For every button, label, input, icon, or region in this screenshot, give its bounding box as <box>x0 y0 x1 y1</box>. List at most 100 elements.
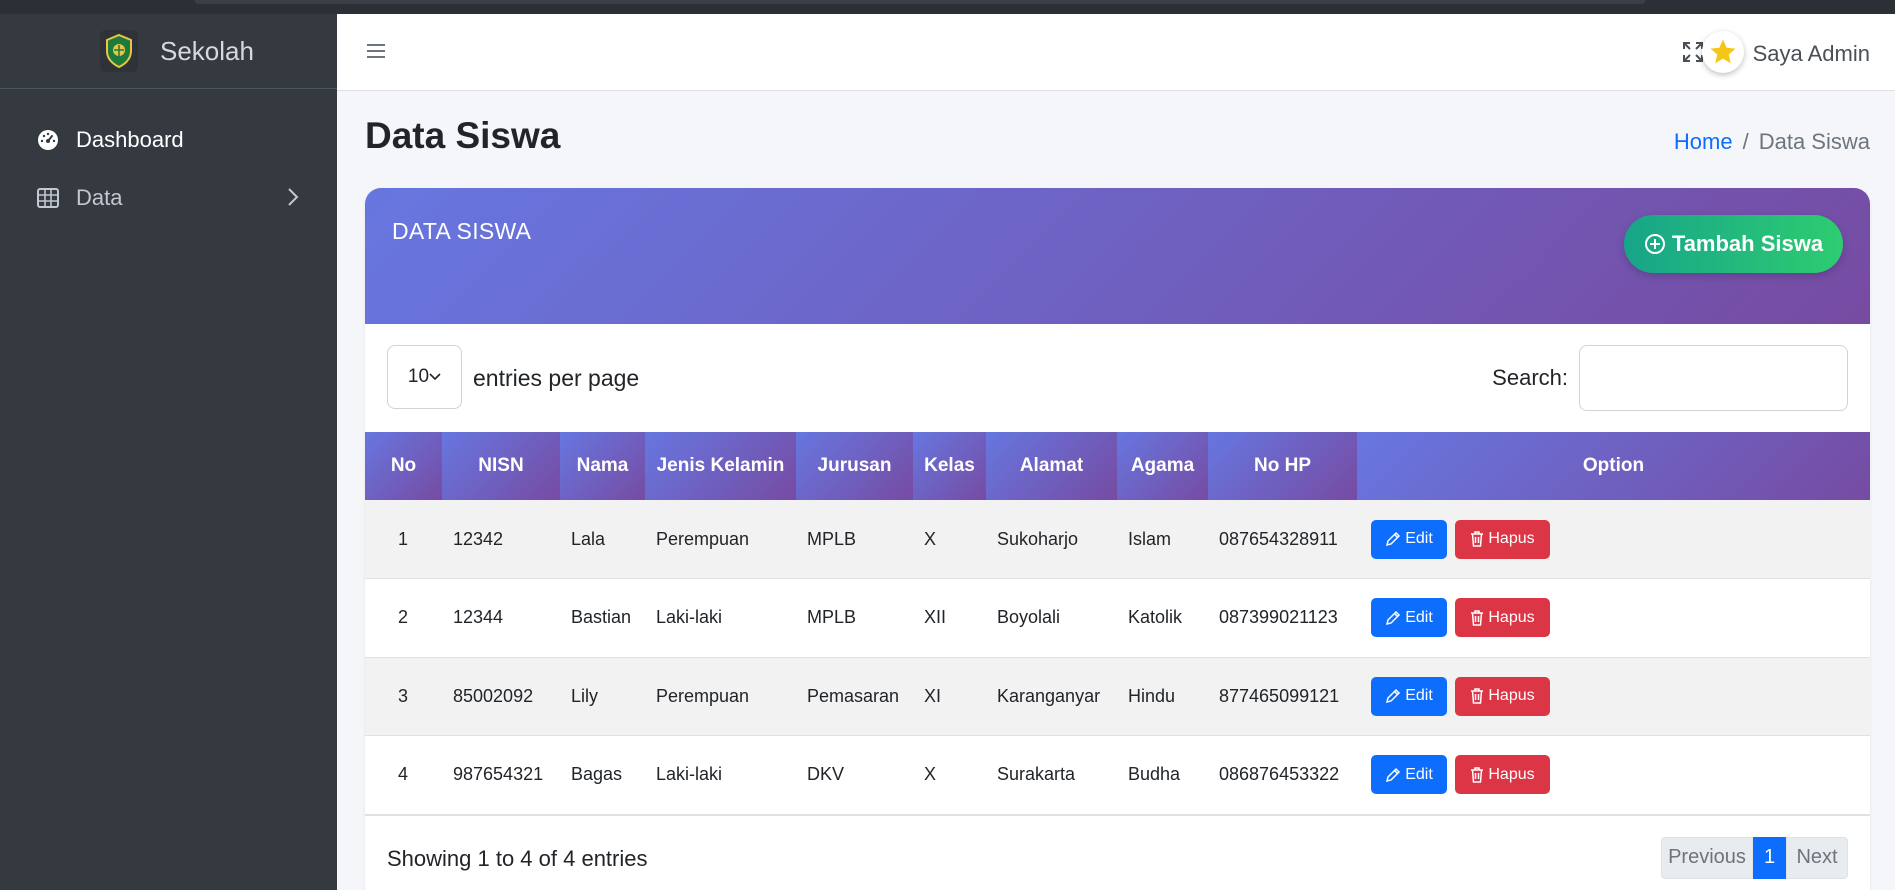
cell-nisn: 85002092 <box>453 685 534 706</box>
cell-no-hp: 086876453322 <box>1219 764 1340 785</box>
column-header[interactable]: Nama <box>560 432 645 500</box>
add-student-button[interactable]: Tambah Siswa <box>1624 215 1843 273</box>
cell-no: 2 <box>398 607 409 628</box>
sidebar-item-data[interactable]: Data <box>0 169 337 227</box>
cell-nisn: 12344 <box>453 607 504 628</box>
chevron-right-icon <box>287 187 299 213</box>
cell-jenis-kelamin: Perempuan <box>656 528 750 549</box>
pencil-icon <box>1386 689 1401 704</box>
cell-alamat: Surakarta <box>997 764 1076 785</box>
column-header[interactable]: Jurusan <box>796 432 913 500</box>
brand-name: Sekolah <box>160 35 254 66</box>
delete-button[interactable]: Hapus <box>1455 755 1550 795</box>
column-header[interactable]: No <box>365 432 442 500</box>
breadcrumb-separator: / <box>1742 129 1749 154</box>
search-input[interactable] <box>1579 345 1848 411</box>
cell-nama: Lala <box>571 528 606 549</box>
cell-jenis-kelamin: Laki-laki <box>656 607 723 628</box>
cell-alamat: Sukoharjo <box>997 528 1079 549</box>
sidebar-nav: Dashboard Data <box>0 89 337 227</box>
cell-nama: Lily <box>571 685 599 706</box>
breadcrumb-home-link[interactable]: Home <box>1674 129 1733 154</box>
cell-kelas: XII <box>924 607 947 628</box>
column-header[interactable]: Jenis Kelamin <box>645 432 796 500</box>
cell-nama: Bagas <box>571 764 623 785</box>
table-row: 2 12344 Bastian Laki-laki MPLB XII Boyol… <box>365 579 1870 657</box>
cell-no: 1 <box>398 528 409 549</box>
cell-jenis-kelamin: Perempuan <box>656 685 750 706</box>
chevron-down-icon <box>429 373 441 381</box>
entries-per-page-label: entries per page <box>473 365 640 391</box>
column-header[interactable]: Kelas <box>913 432 986 500</box>
edit-button[interactable]: Edit <box>1371 598 1447 638</box>
top-header: Saya Admin <box>337 14 1895 91</box>
user-avatar[interactable] <box>1702 31 1744 73</box>
pencil-icon <box>1386 531 1401 547</box>
trash-icon <box>1471 688 1484 704</box>
brand[interactable]: Sekolah <box>0 14 337 89</box>
card-title: DATA SISWA <box>392 218 532 244</box>
cell-no-hp: 087654328911 <box>1219 528 1338 549</box>
browser-tab-bar <box>195 0 1645 4</box>
cell-nama: Bastian <box>571 607 632 628</box>
trash-icon <box>1471 767 1484 783</box>
column-header[interactable]: Agama <box>1117 432 1208 500</box>
cell-nisn: 12342 <box>453 528 504 549</box>
table-footer: Showing 1 to 4 of 4 entries Previous 1 N… <box>365 814 1870 890</box>
pagination: Previous 1 Next <box>1661 836 1848 879</box>
plus-circle-icon <box>1644 233 1666 255</box>
breadcrumb: Home / Data Siswa <box>1674 129 1870 155</box>
cell-jurusan: DKV <box>807 764 845 785</box>
cell-kelas: X <box>924 528 937 549</box>
cell-jurusan: Pemasaran <box>807 685 900 706</box>
edit-label: Edit <box>1405 765 1433 783</box>
sidebar-item-label: Dashboard <box>76 127 184 152</box>
entries-per-page-select[interactable]: 10 <box>387 345 462 409</box>
edit-button[interactable]: Edit <box>1371 676 1447 716</box>
delete-label: Hapus <box>1488 530 1535 547</box>
column-header[interactable]: NISN <box>442 432 560 500</box>
school-logo-icon <box>100 30 138 72</box>
cell-kelas: X <box>924 764 937 785</box>
dashboard-gauge-icon <box>36 128 60 152</box>
card-header: DATA SISWA Tambah Siswa <box>365 188 1870 324</box>
column-header: Option <box>1357 432 1870 500</box>
cell-agama: Hindu <box>1128 685 1176 706</box>
trash-icon <box>1471 531 1484 547</box>
delete-button[interactable]: Hapus <box>1455 519 1550 559</box>
edit-label: Edit <box>1405 530 1433 547</box>
delete-button[interactable]: Hapus <box>1455 676 1550 716</box>
pagination-next[interactable]: Next <box>1786 836 1848 879</box>
students-table: No NISN Nama Jenis Kelamin Jurusan Kelas… <box>365 432 1870 815</box>
cell-jenis-kelamin: Laki-laki <box>656 764 723 785</box>
cell-agama: Budha <box>1128 764 1181 785</box>
column-header[interactable]: No HP <box>1208 432 1357 500</box>
cell-no-hp: 087399021123 <box>1219 607 1338 628</box>
edit-label: Edit <box>1405 687 1433 705</box>
cell-agama: Katolik <box>1128 607 1183 628</box>
cell-agama: Islam <box>1128 528 1172 549</box>
sidebar-item-dashboard[interactable]: Dashboard <box>0 111 337 169</box>
cell-no-hp: 877465099121 <box>1219 685 1340 706</box>
delete-label: Hapus <box>1488 765 1535 783</box>
pagination-previous[interactable]: Previous <box>1661 836 1753 879</box>
user-name[interactable]: Saya Admin <box>1753 41 1870 67</box>
column-header[interactable]: Alamat <box>986 432 1117 500</box>
edit-label: Edit <box>1405 608 1433 626</box>
hamburger-menu-icon[interactable] <box>367 44 385 58</box>
cell-nisn: 987654321 <box>453 764 544 785</box>
entries-info: Showing 1 to 4 of 4 entries <box>387 845 648 871</box>
table-row: 1 12342 Lala Perempuan MPLB X Sukoharjo … <box>365 500 1870 579</box>
table-header-row: No NISN Nama Jenis Kelamin Jurusan Kelas… <box>365 432 1870 500</box>
cell-option: Edit Hapus <box>1357 500 1870 579</box>
page-title: Data Siswa <box>365 115 561 156</box>
breadcrumb-current: Data Siswa <box>1758 129 1870 154</box>
cell-jurusan: MPLB <box>807 607 857 628</box>
cell-kelas: XI <box>924 685 942 706</box>
add-student-label: Tambah Siswa <box>1671 231 1824 256</box>
cell-option: Edit Hapus <box>1357 657 1870 736</box>
delete-button[interactable]: Hapus <box>1455 598 1550 638</box>
edit-button[interactable]: Edit <box>1371 519 1447 559</box>
edit-button[interactable]: Edit <box>1371 755 1447 795</box>
pagination-page-1[interactable]: 1 <box>1753 836 1786 879</box>
